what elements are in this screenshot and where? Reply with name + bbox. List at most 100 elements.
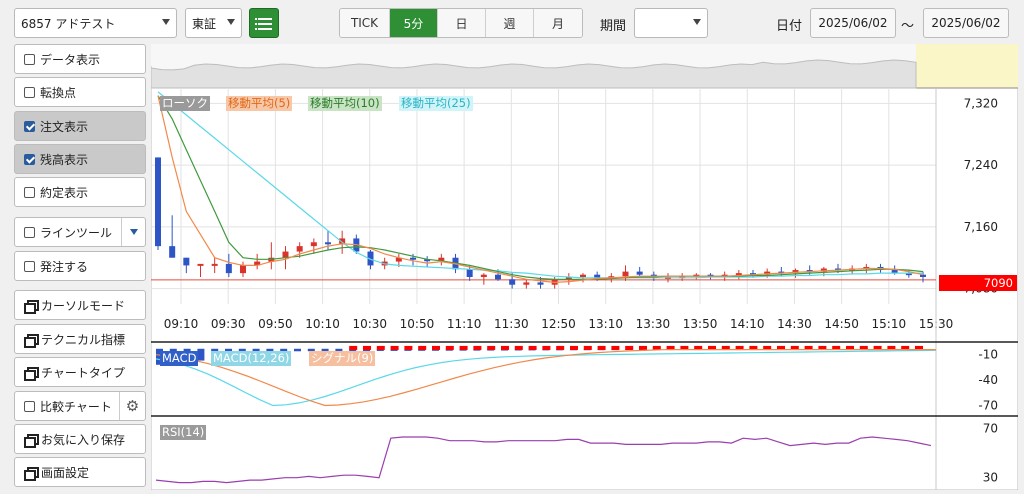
x-tick-label: 09:30 xyxy=(211,317,246,331)
order-view-toggle[interactable]: 注文表示 xyxy=(14,111,146,141)
chevron-down-icon xyxy=(162,19,170,25)
macd-signal-mark xyxy=(390,345,399,350)
line-tool-toggle[interactable]: ラインツール xyxy=(14,217,146,247)
reversal-label: 転換点 xyxy=(40,85,77,100)
chevron-down-icon xyxy=(693,19,701,25)
tab-tick[interactable]: TICK xyxy=(340,9,390,37)
execution-view-label: 約定表示 xyxy=(40,185,89,200)
screen-settings-label: 画面設定 xyxy=(41,465,90,480)
x-tick-label: 13:10 xyxy=(588,317,623,331)
macd-signal-mark xyxy=(501,345,509,350)
rsi-y-tick: 70 xyxy=(983,421,998,435)
legend-candle: ローソク xyxy=(160,96,210,111)
order-entry-toggle[interactable]: 発注する xyxy=(14,251,146,281)
checkbox xyxy=(24,226,35,238)
x-tick-label: 14:30 xyxy=(777,317,812,331)
market-select-value: 東証 xyxy=(192,16,217,31)
window-icon xyxy=(24,333,39,348)
save-favorite-button[interactable]: お気に入り保存 xyxy=(14,424,146,454)
candle-body xyxy=(466,269,473,277)
date-label: 日付 xyxy=(776,19,803,34)
period-select[interactable] xyxy=(634,8,708,38)
candle-body xyxy=(282,251,289,258)
x-tick-label: 09:10 xyxy=(164,317,199,331)
macd-y-tick: -10 xyxy=(978,348,998,362)
macd-signal-mark xyxy=(597,345,606,350)
macd-signal-mark xyxy=(459,345,468,350)
gear-icon[interactable]: ⚙ xyxy=(119,392,145,420)
data-view-toggle[interactable]: データ表示 xyxy=(14,44,146,74)
macd-signal-mark xyxy=(363,345,371,350)
candle-body xyxy=(495,274,501,280)
legend-ma25: 移動平均(25) xyxy=(399,96,473,111)
tab-5min[interactable]: 5分 xyxy=(390,9,438,37)
candle-body xyxy=(225,263,232,274)
x-tick-label: 14:50 xyxy=(824,317,859,331)
tab-month[interactable]: 月 xyxy=(534,9,582,37)
candle-body xyxy=(325,242,331,245)
tab-day[interactable]: 日 xyxy=(438,9,486,37)
macd-signal-mark xyxy=(418,345,427,350)
y-tick-label: 7,320 xyxy=(964,96,998,110)
macd-signal-mark xyxy=(487,345,496,350)
candle-body xyxy=(240,265,246,274)
market-select[interactable]: 東証 xyxy=(185,8,242,38)
x-tick-label: 12:50 xyxy=(541,317,576,331)
candle-body xyxy=(622,271,629,277)
line-tool-dropdown[interactable] xyxy=(121,218,145,246)
position-view-toggle[interactable]: 残高表示 xyxy=(14,144,146,174)
current-price-tag: 7090 xyxy=(939,275,1017,291)
x-tick-label: 10:10 xyxy=(305,317,340,331)
date-from-field[interactable]: 2025/06/02 xyxy=(810,8,896,38)
stock-select[interactable]: 6857 アドテスト xyxy=(14,8,177,38)
macd-signal-mark xyxy=(639,345,647,350)
x-tick-label: 11:10 xyxy=(447,317,482,331)
date-separator: ～ xyxy=(901,19,915,34)
macd-signal-mark xyxy=(404,345,413,350)
candle-body xyxy=(509,279,516,285)
macd-signal-mark xyxy=(376,345,385,350)
candle-body xyxy=(480,274,487,277)
candle-body xyxy=(580,274,586,277)
technical-button[interactable]: テクニカル指標 xyxy=(14,324,146,354)
screen-settings-button[interactable]: 画面設定 xyxy=(14,457,146,487)
order-entry-label: 発注する xyxy=(40,259,89,274)
macd-signal-mark xyxy=(349,345,358,350)
legend-macd: MACD xyxy=(160,351,199,366)
macd-signal-mark xyxy=(583,345,592,350)
candle-body xyxy=(183,257,190,266)
chart-type-label: チャートタイプ xyxy=(41,365,125,380)
cursor-mode-button[interactable]: カーソルモード xyxy=(14,290,146,320)
period-label: 期間 xyxy=(600,19,627,34)
x-tick-label: 09:50 xyxy=(258,317,293,331)
legend-ma5: 移動平均(5) xyxy=(226,96,293,111)
macd-signal-mark xyxy=(432,345,440,350)
macd-signal-mark xyxy=(542,345,551,350)
checkbox xyxy=(24,400,35,412)
cursor-mode-label: カーソルモード xyxy=(41,298,126,313)
window-icon xyxy=(24,433,39,448)
date-to-field[interactable]: 2025/06/02 xyxy=(923,8,1009,38)
macd-signal-mark xyxy=(611,345,620,350)
macd-signal-mark xyxy=(625,345,634,350)
y-tick-label: 7,160 xyxy=(964,220,998,234)
chevron-down-icon xyxy=(227,19,235,25)
checkbox xyxy=(24,53,35,65)
technical-label: テクニカル指標 xyxy=(41,332,126,347)
execution-view-toggle[interactable]: 約定表示 xyxy=(14,177,146,207)
candle-body xyxy=(296,246,303,252)
legend-macd-12-26: MACD(12,26) xyxy=(211,351,292,366)
chart-area[interactable]: 09:10 09:30 09:50 10:10 10:30 10:50 11:10 11:30… xyxy=(151,44,1018,490)
list-icon xyxy=(255,18,272,20)
tab-week[interactable]: 週 xyxy=(486,9,534,37)
chart-type-button[interactable]: チャートタイプ xyxy=(14,357,146,387)
macd-signal-mark xyxy=(445,345,454,350)
legend-ma10: 移動平均(10) xyxy=(308,96,382,111)
order-view-label: 注文表示 xyxy=(40,119,89,134)
macd-signal-mark xyxy=(570,345,578,350)
compare-chart-toggle[interactable]: 比較チャート ⚙ xyxy=(14,391,146,421)
window-icon xyxy=(24,299,39,314)
candle-body xyxy=(197,263,204,266)
reversal-toggle[interactable]: 転換点 xyxy=(14,77,146,107)
list-view-button[interactable] xyxy=(249,8,279,38)
